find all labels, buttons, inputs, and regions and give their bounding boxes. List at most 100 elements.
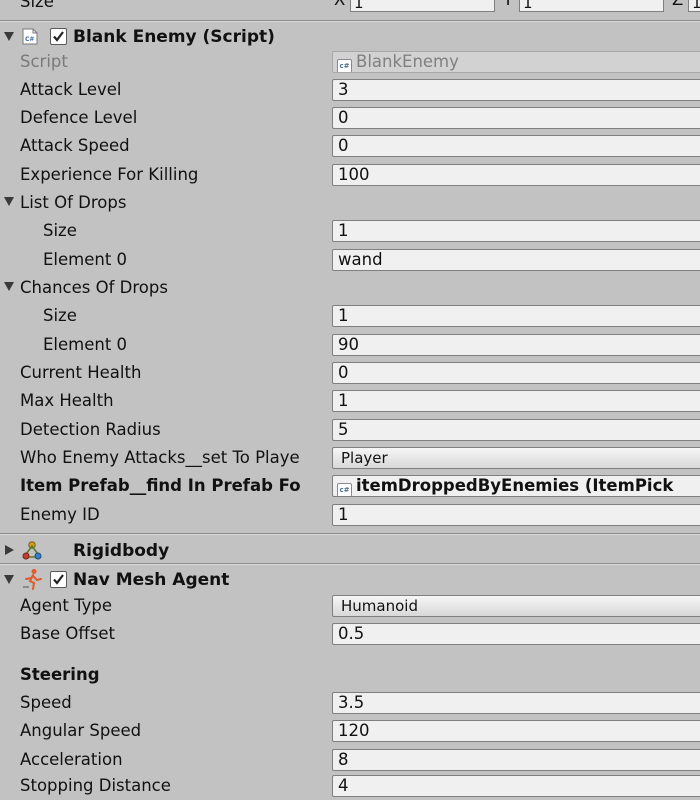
who-attacks-row: Who Enemy Attacks__set To Playe Player [0, 444, 700, 472]
scale-label: Size [20, 0, 54, 11]
agent-type-label: Agent Type [20, 596, 112, 615]
y-axis-label: Y [503, 0, 513, 9]
csharp-script-icon: c# [337, 59, 352, 72]
current-health-field[interactable]: 0 [332, 362, 700, 384]
enemy-id-row: Enemy ID 1 [0, 501, 700, 529]
list-of-drops-element0-row: Element 0 wand [0, 246, 700, 274]
scale-x-field[interactable]: 1 [350, 0, 495, 12]
speed-label: Speed [20, 693, 72, 712]
attack-speed-field[interactable]: 0 [332, 135, 700, 157]
experience-field[interactable]: 100 [332, 164, 700, 186]
item-prefab-field[interactable]: c# itemDroppedByEnemies (ItemPick [332, 475, 700, 497]
current-health-row: Current Health 0 [0, 359, 700, 387]
attack-speed-label: Attack Speed [20, 136, 130, 155]
transform-scale-row: Size X 1 Y 1 Z 1 [0, 0, 700, 20]
scale-y-field[interactable]: 1 [519, 0, 664, 12]
detection-radius-row: Detection Radius 5 [0, 416, 700, 444]
list-of-drops-label: List Of Drops [20, 193, 127, 212]
scale-z-field[interactable]: 1 [688, 0, 700, 12]
z-axis-label: Z [672, 0, 683, 9]
max-health-label: Max Health [20, 391, 114, 410]
attack-speed-row: Attack Speed 0 [0, 132, 700, 160]
detection-radius-label: Detection Radius [20, 420, 161, 439]
defence-level-label: Defence Level [20, 108, 138, 127]
element0-label: Element 0 [43, 250, 128, 269]
speed-field[interactable]: 3.5 [332, 692, 700, 714]
acceleration-field[interactable]: 8 [332, 749, 700, 771]
acceleration-row: Acceleration 8 [0, 746, 700, 774]
chances-of-drops-label: Chances Of Drops [20, 278, 168, 297]
chances-of-drops-element0-field[interactable]: 90 [332, 334, 700, 356]
attack-level-label: Attack Level [20, 80, 122, 99]
script-field: c# BlankEnemy [332, 51, 700, 73]
stopping-distance-row: Stopping Distance 4 [0, 772, 700, 800]
attack-level-field[interactable]: 3 [332, 79, 700, 101]
csharp-script-icon: C# [22, 28, 38, 45]
rigidbody-icon [21, 540, 43, 560]
chances-of-drops-element0-row: Element 0 90 [0, 331, 700, 359]
angular-speed-label: Angular Speed [20, 721, 142, 740]
rigidbody-header[interactable]: Rigidbody [0, 537, 700, 565]
svg-text:C#: C# [25, 36, 34, 43]
divider [0, 564, 700, 565]
component-title: Blank Enemy (Script) [73, 27, 275, 47]
defence-level-field[interactable]: 0 [332, 107, 700, 129]
steering-heading: Steering [20, 665, 100, 684]
item-prefab-label: Item Prefab__find In Prefab Fo [20, 476, 301, 495]
detection-radius-field[interactable]: 5 [332, 419, 700, 441]
agent-type-dropdown[interactable]: Humanoid [332, 595, 700, 617]
size-label: Size [43, 306, 77, 325]
angular-speed-field[interactable]: 120 [332, 720, 700, 742]
item-prefab-value: itemDroppedByEnemies (ItemPick [356, 476, 674, 495]
enabled-checkbox[interactable] [50, 28, 67, 45]
attack-level-row: Attack Level 3 [0, 76, 700, 104]
agent-type-row: Agent Type Humanoid [0, 592, 700, 620]
item-prefab-row: Item Prefab__find In Prefab Fo c# itemDro… [0, 472, 700, 500]
blank-enemy-header[interactable]: C# Blank Enemy (Script) [0, 23, 700, 51]
list-of-drops-element0-field[interactable]: wand [332, 249, 700, 271]
enabled-checkbox[interactable] [50, 571, 67, 588]
foldout-arrow-icon[interactable] [4, 197, 14, 206]
foldout-arrow-icon[interactable] [5, 545, 14, 555]
defence-level-row: Defence Level 0 [0, 104, 700, 132]
foldout-arrow-icon[interactable] [4, 282, 14, 291]
x-axis-label: X [334, 0, 345, 9]
list-of-drops-foldout[interactable]: List Of Drops [0, 189, 700, 217]
script-value: BlankEnemy [356, 52, 459, 71]
stopping-distance-field[interactable]: 4 [332, 775, 700, 797]
chances-of-drops-foldout[interactable]: Chances Of Drops [0, 274, 700, 302]
nav-mesh-agent-header[interactable]: Nav Mesh Agent [0, 566, 700, 594]
script-row: Script c# BlankEnemy [0, 48, 700, 76]
list-of-drops-size-field[interactable]: 1 [332, 220, 700, 242]
chances-of-drops-size-row: Size 1 [0, 302, 700, 330]
chances-of-drops-size-field[interactable]: 1 [332, 305, 700, 327]
element0-label: Element 0 [43, 335, 128, 354]
steering-heading-row: Steering [0, 661, 700, 689]
list-of-drops-size-row: Size 1 [0, 217, 700, 245]
stopping-distance-label: Stopping Distance [20, 776, 171, 795]
speed-row: Speed 3.5 [0, 689, 700, 717]
who-attacks-label: Who Enemy Attacks__set To Playe [20, 448, 300, 467]
experience-label: Experience For Killing [20, 165, 199, 184]
max-health-row: Max Health 1 [0, 387, 700, 415]
base-offset-row: Base Offset 0.5 [0, 620, 700, 648]
acceleration-label: Acceleration [20, 750, 123, 769]
base-offset-label: Base Offset [20, 624, 115, 643]
csharp-script-icon: c# [337, 483, 352, 496]
component-title: Rigidbody [73, 541, 170, 561]
size-label: Size [43, 221, 77, 240]
who-attacks-dropdown[interactable]: Player [332, 447, 700, 469]
divider [0, 21, 700, 22]
enemy-id-label: Enemy ID [20, 505, 100, 524]
max-health-field[interactable]: 1 [332, 390, 700, 412]
angular-speed-row: Angular Speed 120 [0, 717, 700, 745]
experience-row: Experience For Killing 100 [0, 161, 700, 189]
base-offset-field[interactable]: 0.5 [332, 623, 700, 645]
foldout-arrow-icon[interactable] [4, 575, 14, 584]
divider [0, 534, 700, 535]
script-label: Script [20, 52, 68, 71]
component-title: Nav Mesh Agent [73, 570, 230, 590]
foldout-arrow-icon[interactable] [4, 32, 14, 41]
current-health-label: Current Health [20, 363, 142, 382]
enemy-id-field[interactable]: 1 [332, 504, 700, 526]
